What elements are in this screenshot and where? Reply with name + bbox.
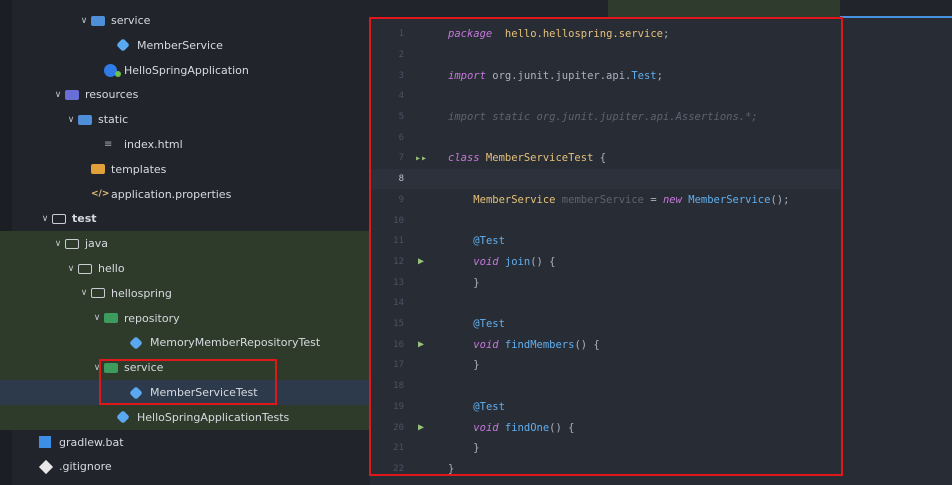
chevron-down-icon[interactable]: ∨ [51,90,65,100]
tree-item-index-html[interactable]: ≡ index.html [0,132,370,157]
tree-item-label: MemoryMemberRepositoryTest [150,336,321,350]
tree-item-hellospring[interactable]: ∨ hellospring [0,280,370,306]
tree-item-memorymemberrepositorytest[interactable]: MemoryMemberRepositoryTest [0,330,370,356]
chevron-down-icon[interactable]: ∨ [77,288,91,298]
annotation-box-service-test [99,359,277,405]
tree-item-label: .gitignore [59,460,112,474]
tree-item-label: service [111,14,151,27]
folder-icon [52,212,68,226]
windows-icon [39,435,55,449]
annotation-box-code [369,17,843,476]
chevron-down-icon[interactable]: ∨ [38,214,52,224]
project-tree-panel: ∨ service MemberService HelloSpringApplicat… [0,0,370,485]
chevron-down-icon[interactable]: ∨ [77,16,91,26]
tree-item-label: HelloSpringApplication [124,63,249,77]
templates-folder-icon [91,162,107,176]
tree-item-hello[interactable]: ∨ hello [0,256,370,281]
folder-icon [78,262,94,276]
tree-item-resources[interactable]: ∨ resources [0,82,370,107]
tree-item-application-properties[interactable]: </> application.properties [0,182,370,207]
resources-folder-icon [65,88,81,102]
spring-app-icon [104,63,120,78]
tree-item-repository[interactable]: ∨ repository [0,305,370,331]
tree-item-templates[interactable]: templates [0,157,370,182]
class-icon [129,336,146,350]
class-icon [116,410,133,425]
tree-item-label: java [85,237,109,251]
tree-item-label: resources [85,88,139,102]
chevron-down-icon[interactable]: ∨ [90,313,104,323]
tree-item-label: hellospring [111,286,172,300]
class-icon [116,38,133,53]
tree-item-label: HelloSpringApplicationTests [137,410,290,424]
tree-item-label: index.html [124,138,183,151]
tree-item-hellospringapplicationtests[interactable]: HelloSpringApplicationTests [0,404,370,430]
tree-item-java[interactable]: ∨ java [0,231,370,257]
tree-item-label: gradlew.bat [59,435,124,449]
static-folder-icon [78,113,94,127]
html-file-icon: ≡ [104,138,113,150]
chevron-down-icon[interactable]: ∨ [64,115,78,125]
chevron-down-icon[interactable]: ∨ [51,239,65,249]
chevron-down-icon[interactable]: ∨ [64,264,78,274]
tree-item-hellospringapplication[interactable]: HelloSpringApplication [0,58,370,83]
tree-item-label: templates [111,162,167,176]
tree-item-test[interactable]: ∨ test [0,206,370,231]
tree-item-gradlew-bat[interactable]: gradlew.bat [0,430,370,455]
tree-item-label: application.properties [111,187,232,201]
tree-item-service[interactable]: ∨ service [0,8,370,33]
properties-file-icon: </> [91,189,110,200]
tree-item-label: test [72,212,97,226]
tree-item-static[interactable]: ∨ static [0,107,370,132]
tree-item-label: hello [98,262,125,275]
tree-item-label: MemberService [137,38,223,52]
git-icon [38,459,55,474]
active-tab-indicator [840,16,952,18]
tree-item--gitignore[interactable]: .gitignore [0,454,370,479]
test-package-folder-icon [104,311,120,325]
tree-item-label: repository [124,311,180,325]
tree-item-memberservice[interactable]: MemberService [0,33,370,58]
editor-tab-strip-highlight [608,0,840,17]
package-folder-icon [91,14,107,28]
tree-item-label: static [98,113,129,127]
folder-icon [65,237,81,251]
folder-icon [91,286,107,300]
